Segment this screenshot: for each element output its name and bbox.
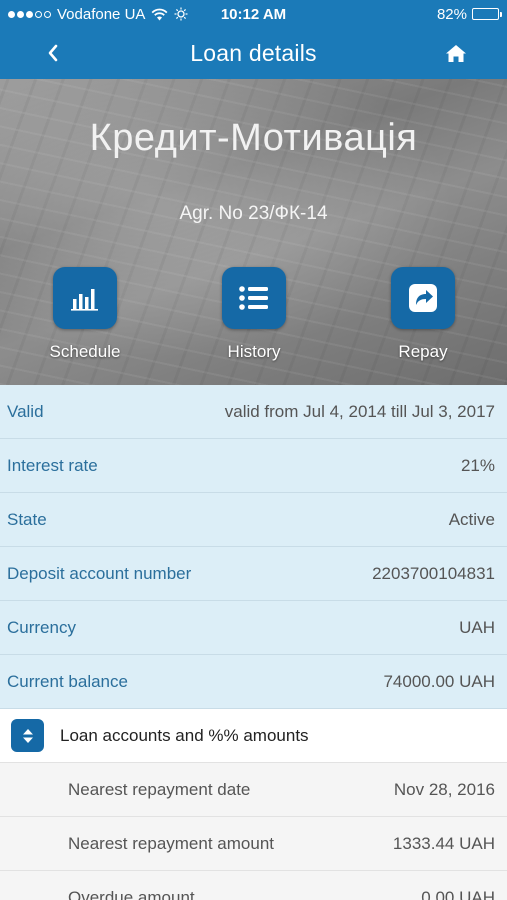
detail-row-deposit-account: Deposit account number 2203700104831 [0,547,507,601]
schedule-button[interactable]: Schedule [30,267,140,362]
page-title: Loan details [190,40,317,66]
loan-hero: Кредит-Мотивація Agr. No 23/ФК-14 Schedu… [0,79,507,385]
chevron-left-icon [48,44,58,62]
sub-value: 1333.44 UAH [392,833,495,853]
schedule-button-tile[interactable] [53,267,117,329]
detail-value: 2203700104831 [372,563,495,583]
home-button[interactable] [443,38,469,68]
status-left: Vodafone UA [8,6,188,23]
expand-toggle-button[interactable] [11,719,44,752]
sub-label: Nearest repayment date [68,779,251,799]
detail-row-valid: Valid valid from Jul 4, 2014 till Jul 3,… [0,385,507,439]
detail-row-currency: Currency UAH [0,601,507,655]
repay-label: Repay [398,342,448,361]
sub-row-nearest-repayment-amount: Nearest repayment amount 1333.44 UAH [0,817,507,871]
loan-actions: Schedule History Repay [0,267,507,367]
status-bar: Vodafone UA 10:12 AM 82% [0,0,507,28]
wifi-icon [151,8,168,20]
carrier-name: Vodafone UA [57,5,146,23]
back-button[interactable] [40,38,66,68]
detail-label: Currency [7,617,76,637]
share-arrow-icon [409,284,437,312]
sub-row-overdue-amount: Overdue amount 0.00 UAH [0,871,507,900]
detail-value: valid from Jul 4, 2014 till Jul 3, 2017 [224,401,495,421]
navigation-bar: Loan details [0,28,507,79]
history-button[interactable]: History [199,267,309,362]
battery-percent: 82% [436,5,467,23]
list-icon [239,286,268,310]
section-title: Loan accounts and %% amounts [60,725,309,745]
status-right: 82% [436,5,502,23]
detail-label: Current balance [7,671,128,691]
detail-label: State [7,509,47,529]
brightness-icon [174,7,188,21]
home-icon [446,44,466,62]
detail-value: 74000.00 UAH [383,671,495,691]
detail-value: Active [448,509,495,529]
header: Vodafone UA 10:12 AM 82% Loan details [0,0,507,79]
sub-label: Overdue amount [68,887,195,900]
detail-row-state: State Active [0,493,507,547]
sub-row-nearest-repayment-date: Nearest repayment date Nov 28, 2016 [0,763,507,817]
sub-label: Nearest repayment amount [68,833,274,853]
loan-details-list: Valid valid from Jul 4, 2014 till Jul 3,… [0,385,507,900]
detail-row-interest-rate: Interest rate 21% [0,439,507,493]
sub-value: Nov 28, 2016 [393,779,495,799]
detail-label: Interest rate [7,455,98,475]
loan-accounts-section-toggle[interactable]: Loan accounts and %% amounts [0,709,507,763]
detail-label: Deposit account number [7,563,192,583]
detail-value: 21% [460,455,495,475]
detail-row-current-balance: Current balance 74000.00 UAH [0,655,507,709]
loan-product-name: Кредит-Мотивація [89,117,418,159]
schedule-label: Schedule [49,342,121,361]
detail-value: UAH [459,617,495,637]
history-label: History [227,342,281,361]
bar-chart-icon [71,289,98,311]
battery-icon [472,8,502,20]
sub-value: 0.00 UAH [421,887,495,900]
repay-button[interactable]: Repay [368,267,478,362]
history-button-tile[interactable] [222,267,286,329]
expand-toggle-icon [22,728,33,743]
agreement-number: Agr. No 23/ФК-14 [179,203,328,224]
repay-button-tile[interactable] [391,267,455,329]
detail-label: Valid [7,401,44,421]
signal-dots-icon [8,10,51,18]
